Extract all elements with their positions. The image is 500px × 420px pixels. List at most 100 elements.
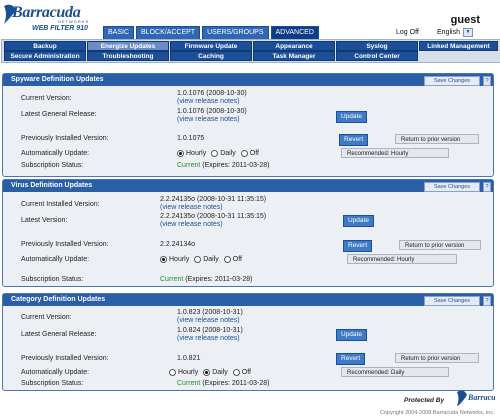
- virus-radio-hourly[interactable]: Hourly: [160, 256, 189, 263]
- spyware-auto-label: Automatically Update:: [21, 150, 90, 157]
- category-previous-value: 1.0.821: [177, 355, 201, 362]
- tab-basic[interactable]: BASIC: [103, 26, 135, 39]
- virus-panel: Virus Definition Updates Save Changes ? …: [2, 179, 494, 287]
- virus-expires: (Expires: 2011-03-28): [185, 276, 253, 283]
- spyware-subscription-value: Current (Expires: 2011-03-28): [177, 162, 269, 170]
- main-tabs: BASIC BLOCK/ACCEPT USERS/GROUPS ADVANCED: [103, 26, 319, 39]
- spyware-current-release-notes-link[interactable]: (view release notes): [177, 98, 247, 106]
- spyware-latest-value: 1.0.1076 (2008-10-30) (view release note…: [177, 108, 247, 124]
- category-update-button[interactable]: Update: [336, 329, 367, 341]
- spyware-return-prior-button[interactable]: Return to prior version: [395, 134, 479, 144]
- virus-update-button[interactable]: Update: [343, 215, 374, 227]
- spyware-status: Current: [177, 162, 201, 169]
- category-expires: (Expires: 2011-03-28): [202, 380, 270, 387]
- spyware-previous-label: Previously Installed Version:: [21, 135, 109, 142]
- spyware-latest-label: Latest General Release:: [21, 111, 97, 118]
- category-subscription-value: Current (Expires: 2011-03-28): [177, 380, 269, 388]
- category-revert-button[interactable]: Revert: [336, 353, 366, 365]
- copyright: Copyright 2004-2008 Barracuda Networks, …: [380, 410, 495, 416]
- subnav-linked-management[interactable]: Linked Management: [419, 41, 498, 51]
- spyware-save-button[interactable]: Save Changes: [424, 76, 480, 86]
- virus-previous-value: 2.2.24134o: [160, 241, 196, 248]
- category-recommended: Recommended: Daily: [341, 367, 449, 377]
- language-value: English: [437, 29, 460, 36]
- virus-subscription-value: Current (Expires: 2011-03-28): [160, 276, 252, 284]
- category-previous-label: Previously Installed Version:: [21, 355, 109, 362]
- virus-status: Current: [160, 276, 184, 283]
- barracuda-logo: Barracuda NETWORKS WEB FILTER 910: [2, 2, 97, 36]
- subnav-appearance[interactable]: Appearance: [253, 41, 335, 51]
- spyware-help-button[interactable]: ?: [483, 76, 491, 86]
- virus-latest-value: 2.2.24135o (2008-10-31 11:35:15) (view r…: [160, 213, 266, 229]
- category-latest-release-notes-link[interactable]: (view release notes): [177, 335, 243, 343]
- spyware-update-button[interactable]: Update: [336, 111, 367, 123]
- brand-sub: NETWORKS: [58, 19, 90, 24]
- virus-current-release-notes-link[interactable]: (view release notes): [160, 204, 266, 212]
- virus-save-button[interactable]: Save Changes: [424, 182, 480, 192]
- product-name: WEB FILTER 910: [32, 25, 88, 32]
- subnav-troubleshooting[interactable]: Troubleshooting: [87, 51, 169, 61]
- tab-block-accept[interactable]: BLOCK/ACCEPT: [136, 26, 201, 39]
- virus-radio-daily[interactable]: Daily: [194, 256, 219, 263]
- username: guest: [450, 14, 480, 26]
- virus-latest-label: Latest Version:: [21, 217, 68, 224]
- subnav-caching[interactable]: Caching: [170, 51, 252, 61]
- virus-latest-version: 2.2.24135o (2008-10-31 11:35:15): [160, 213, 267, 220]
- virus-current-value: 2.2.24135o (2008-10-31 11:35:15) (view r…: [160, 196, 266, 212]
- spyware-current-value: 1.0.1076 (2008-10-30) (view release note…: [177, 90, 247, 106]
- category-current-label: Current Version:: [21, 314, 72, 321]
- category-panel-title: Category Definition Updates: [3, 294, 493, 306]
- subnav-backup[interactable]: Backup: [4, 41, 86, 51]
- spyware-revert-button[interactable]: Revert: [339, 134, 369, 146]
- category-status: Current: [177, 380, 201, 387]
- subnav-syslog[interactable]: Syslog: [336, 41, 418, 51]
- category-auto-label: Automatically Update:: [21, 369, 90, 376]
- category-latest-version: 1.0.824 (2008-10-31): [177, 327, 243, 334]
- subnav-control-center[interactable]: Control Center: [336, 51, 418, 61]
- spyware-subscription-label: Subscription Status:: [21, 162, 84, 169]
- virus-latest-release-notes-link[interactable]: (view release notes): [160, 221, 266, 229]
- spyware-radio-daily[interactable]: Daily: [211, 150, 236, 157]
- chevron-down-icon[interactable]: ▼: [462, 28, 473, 37]
- spyware-radio-hourly[interactable]: Hourly: [177, 150, 206, 157]
- category-latest-label: Latest General Release:: [21, 331, 97, 338]
- category-auto-radio-group: Hourly Daily Off: [169, 369, 251, 376]
- language-select[interactable]: English ▼: [437, 28, 473, 37]
- category-panel: Category Definition Updates Save Changes…: [2, 293, 494, 391]
- spyware-recommended: Recommended: Hourly: [341, 148, 449, 158]
- category-current-release-notes-link[interactable]: (view release notes): [177, 317, 243, 325]
- virus-subscription-label: Subscription Status:: [21, 276, 84, 283]
- svg-text:Barracuda: Barracuda: [467, 393, 495, 402]
- subnav-task-manager[interactable]: Task Manager: [253, 51, 335, 61]
- spyware-radio-off[interactable]: Off: [240, 150, 259, 157]
- barracuda-footer-logo-icon: Barracuda: [457, 390, 495, 406]
- category-radio-off[interactable]: Off: [232, 369, 251, 376]
- virus-return-prior-button[interactable]: Return to prior version: [399, 240, 481, 250]
- category-save-button[interactable]: Save Changes: [424, 296, 480, 306]
- tab-advanced[interactable]: ADVANCED: [270, 26, 319, 39]
- virus-revert-button[interactable]: Revert: [343, 240, 373, 252]
- logoff-link[interactable]: Log Off: [396, 29, 419, 36]
- category-radio-hourly[interactable]: Hourly: [169, 369, 198, 376]
- subnav: Backup Energize Updates Firmware Update …: [1, 39, 500, 63]
- virus-current-version: 2.2.24135o (2008-10-31 11:35:15): [160, 196, 267, 203]
- spyware-latest-release-notes-link[interactable]: (view release notes): [177, 116, 247, 124]
- category-help-button[interactable]: ?: [483, 296, 491, 306]
- category-radio-daily[interactable]: Daily: [203, 369, 228, 376]
- spyware-auto-radio-group: Hourly Daily Off: [177, 150, 259, 157]
- virus-radio-off[interactable]: Off: [223, 256, 242, 263]
- subnav-energize-updates[interactable]: Energize Updates: [87, 41, 169, 51]
- category-subscription-label: Subscription Status:: [21, 380, 84, 387]
- spyware-current-label: Current Version:: [21, 95, 72, 102]
- spyware-panel-title: Spyware Definition Updates: [3, 74, 493, 86]
- subnav-firmware-update[interactable]: Firmware Update: [170, 41, 252, 51]
- category-return-prior-button[interactable]: Return to prior version: [395, 353, 479, 363]
- virus-auto-label: Automatically Update:: [21, 256, 90, 263]
- virus-previous-label: Previously Installed Version:: [21, 241, 109, 248]
- subnav-secure-administration[interactable]: Secure Administration: [4, 51, 86, 61]
- tab-users-groups[interactable]: USERS/GROUPS: [202, 26, 269, 39]
- virus-recommended: Recommended: Hourly: [347, 254, 457, 264]
- virus-help-button[interactable]: ?: [483, 182, 491, 192]
- spyware-previous-value: 1.0.1075: [177, 135, 205, 142]
- category-current-version: 1.0.823 (2008-10-31): [177, 309, 243, 316]
